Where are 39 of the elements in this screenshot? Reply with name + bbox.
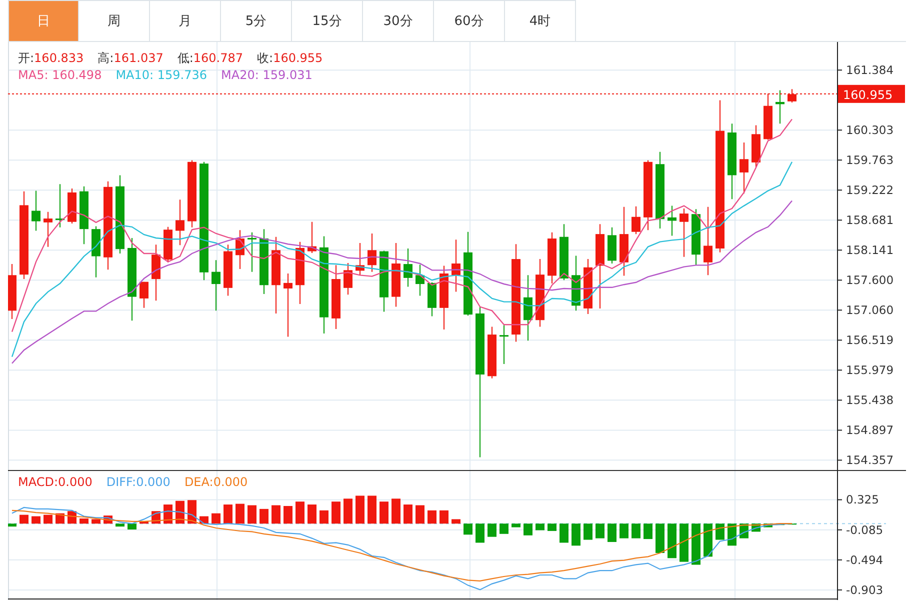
axis-label: 161.384 bbox=[846, 63, 894, 78]
legend-value: 160.498 bbox=[52, 68, 102, 82]
legend-label: 高: bbox=[98, 51, 114, 65]
axis-label: 157.600 bbox=[846, 273, 894, 288]
axis-label: 155.438 bbox=[846, 393, 894, 408]
legend-label: DEA: bbox=[184, 475, 214, 489]
legend-value: 0.000 bbox=[58, 475, 92, 489]
legend-label: MA20: bbox=[221, 68, 259, 82]
axis-label: 156.519 bbox=[846, 333, 894, 348]
axis-label: 160.303 bbox=[846, 123, 894, 138]
legend-label: MACD: bbox=[18, 475, 58, 489]
legend-label: DIFF: bbox=[106, 475, 136, 489]
legend-label: MA10: bbox=[116, 68, 154, 82]
axis-label: 158.681 bbox=[846, 213, 894, 228]
legend-value: 160.955 bbox=[273, 51, 323, 65]
legend-value: 0.000 bbox=[213, 475, 248, 489]
axis-label: -0.494 bbox=[846, 552, 884, 567]
axis-label: 154.357 bbox=[846, 453, 894, 468]
legend-value: 161.037 bbox=[114, 51, 164, 65]
legend-label: MA5: bbox=[18, 68, 48, 82]
axis-label: 157.060 bbox=[846, 303, 894, 318]
axis-label: 159.763 bbox=[846, 153, 894, 168]
axis-label: 158.141 bbox=[846, 243, 894, 258]
axis-label: 155.979 bbox=[846, 363, 894, 378]
legend-label: 低: bbox=[177, 51, 194, 65]
axis-label: 159.222 bbox=[846, 183, 894, 198]
legend-value: 159.031 bbox=[262, 68, 312, 82]
legend-label: 开: bbox=[18, 51, 34, 65]
legend-label: 收: bbox=[257, 51, 274, 65]
ref-line-label: 160.955 bbox=[843, 88, 893, 102]
legend-value: 159.736 bbox=[157, 68, 208, 82]
axis-label: -0.085 bbox=[846, 522, 884, 537]
legend-value: 160.787 bbox=[193, 51, 244, 65]
legend-value: 160.833 bbox=[34, 51, 84, 65]
legend-value: 0.000 bbox=[136, 475, 170, 489]
axis-label: 0.325 bbox=[846, 492, 879, 507]
axis-label: -0.903 bbox=[846, 582, 884, 597]
price-tag: 160.955 bbox=[838, 84, 905, 103]
axis-label: 154.897 bbox=[846, 423, 894, 438]
